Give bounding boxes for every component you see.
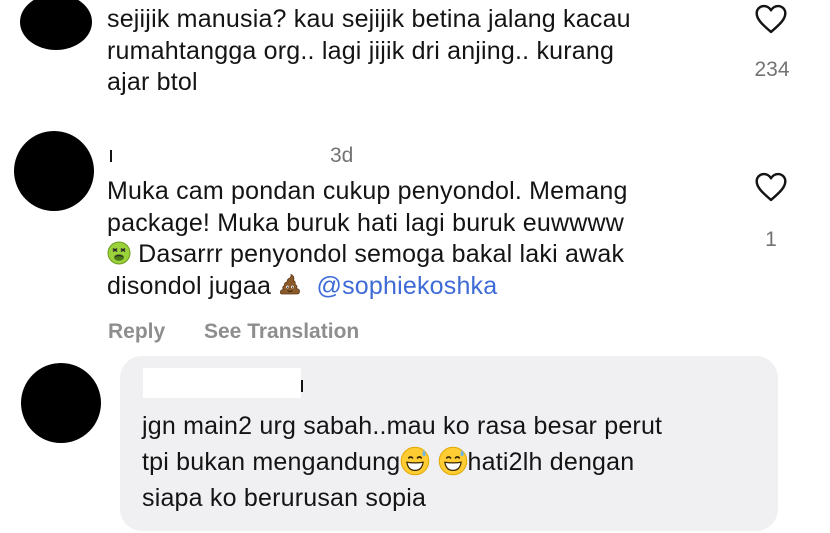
username-fragment [301,380,303,392]
comment-timestamp: 3d [330,144,354,167]
comment-line: sejijik manusia? kau sejijik betina jala… [107,5,631,33]
avatar[interactable] [14,131,94,211]
comment-line: siapa ko berurusan sopia [142,484,427,512]
grinning-face-with-sweat-icon [438,446,467,476]
heart-icon[interactable] [754,4,788,34]
comment-line-text: disondol jugaa [107,271,279,300]
username-fragment [110,150,112,162]
comment-line-text: hati2lh dengan [467,448,635,476]
comment-line: Dasarrr penyondol semoga bakal laki awak [107,239,628,271]
comment-line: package! Muka buruk hati lagi buruk euww… [107,208,624,237]
nauseated-face-icon [107,241,131,265]
comment-line: disondol jugaa @sophiekoshka [107,271,628,303]
see-translation-button[interactable]: See Translation [204,320,359,344]
redacted-username [143,368,301,398]
user-mention-link[interactable]: @sophiekoshka [317,272,498,300]
comment-line: ajar btol [107,68,198,96]
avatar[interactable] [21,363,101,443]
grinning-face-with-sweat-icon [401,446,430,476]
avatar[interactable] [20,0,92,50]
comment-body: Muka cam pondan cukup penyondol. Memang … [107,176,628,302]
comment-line-text: Dasarrr penyondol semoga bakal laki awak [131,240,625,268]
comment-line-text: tpi bukan mengandung [142,448,401,476]
like-count: 1 [765,228,777,251]
comment-body: sejijik manusia? kau sejijik betina jala… [107,4,631,99]
comment-body: jgn main2 urg sabah..mau ko rasa besar p… [142,408,662,516]
reply-button[interactable]: Reply [108,320,165,344]
comments-view: sejijik manusia? kau sejijik betina jala… [0,0,830,533]
redacted-username [107,143,119,163]
like-count: 234 [754,58,790,81]
comment-line: jgn main2 urg sabah..mau ko rasa besar p… [142,412,663,440]
heart-icon[interactable] [754,172,788,202]
comment-line: Muka cam pondan cukup penyondol. Memang [107,177,628,205]
comment-line: tpi bukan mengandung hati2lh dengan [142,444,662,480]
comment-line: rumahtangga org.. lagi jijik dri anjing.… [107,36,615,65]
pile-of-poo-icon [280,273,301,294]
